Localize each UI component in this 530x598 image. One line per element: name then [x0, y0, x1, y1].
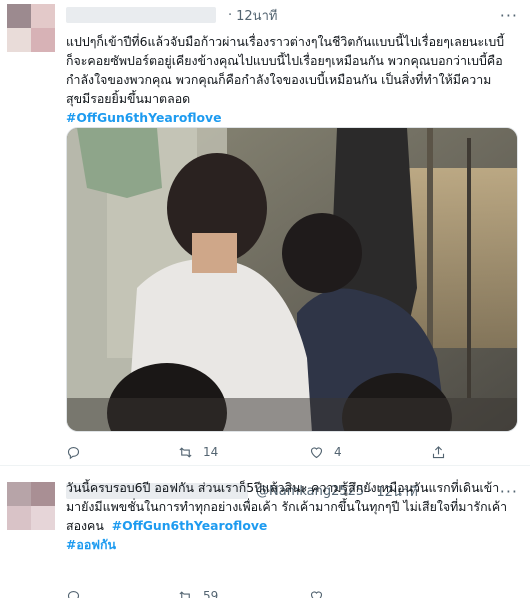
timestamp[interactable]: 12นาที — [236, 5, 277, 26]
retweet-button[interactable]: 59 — [178, 586, 218, 598]
avatar[interactable] — [7, 4, 55, 52]
hashtag-link[interactable]: #ออฟกัน — [66, 535, 518, 554]
display-name[interactable] — [66, 7, 216, 23]
tweet-line: วันนี้ครบรอบ6ปี ออฟกัน ส่วนเราก็5ปีแล้วส… — [66, 480, 500, 495]
tweet[interactable]: · 12นาที ··· แปปๆก็เข้าปีที่6แล้วจับมือก… — [0, 0, 530, 466]
retweet-icon — [179, 446, 192, 458]
separator: · — [228, 7, 233, 23]
like-button[interactable]: 4 — [309, 442, 342, 462]
photo-image — [67, 128, 517, 431]
like-count: 4 — [334, 445, 342, 459]
tweet-actions: 59 — [66, 586, 518, 598]
reply-button[interactable] — [66, 442, 91, 462]
retweet-count: 14 — [203, 445, 219, 459]
tweet[interactable]: @Namkang2525 · 12นาที ··· วันนี้ครบรอบ6ป… — [0, 466, 530, 598]
tweet-line: สองคน — [66, 518, 104, 533]
hashtag-link[interactable]: #OffGun6thYearoflove — [112, 518, 268, 533]
like-button[interactable] — [309, 586, 334, 598]
tweet-line: กำลังใจของพวกคุณ พวกคุณก็คือกำลังใจของเบ… — [66, 72, 492, 87]
retweet-button[interactable]: 14 — [178, 442, 218, 462]
share-button[interactable] — [431, 442, 446, 462]
tweet-actions: 14 4 — [66, 442, 518, 462]
reply-button[interactable] — [66, 586, 91, 598]
tweet-line: มายังมีแพขชั่นในการทำทุกอย่างเพื่อเค้า ร… — [66, 499, 508, 514]
retweet-count: 59 — [203, 589, 219, 598]
reply-icon — [67, 590, 80, 598]
tweet-text: แปปๆก็เข้าปีที่6แล้วจับมือก้าวผ่านเรื่อง… — [66, 32, 518, 127]
share-icon — [432, 445, 445, 458]
more-icon[interactable]: ··· — [500, 6, 518, 25]
tweet-text: วันนี้ครบรอบ6ปี ออฟกัน ส่วนเราก็5ปีแล้วส… — [66, 478, 518, 554]
tweet-photo[interactable] — [66, 127, 518, 432]
tweet-line: ก็จะคอยซัพปอร์ตอยู่เคียงข้างคุณไปแบบนี้ไ… — [66, 53, 503, 68]
retweet-icon — [179, 590, 190, 598]
like-icon — [310, 590, 323, 598]
tweet-header: · 12นาที — [66, 5, 277, 25]
tweet-line: สุขมีรอยยิ้มขึ้นมาตลอด — [66, 91, 191, 106]
avatar[interactable] — [7, 482, 55, 530]
reply-icon — [67, 446, 80, 459]
tweet-line: แปปๆก็เข้าปีที่6แล้วจับมือก้าวผ่านเรื่อง… — [66, 34, 505, 49]
like-icon — [310, 446, 323, 458]
hashtag-link[interactable]: #OffGun6thYearoflove — [66, 108, 518, 127]
